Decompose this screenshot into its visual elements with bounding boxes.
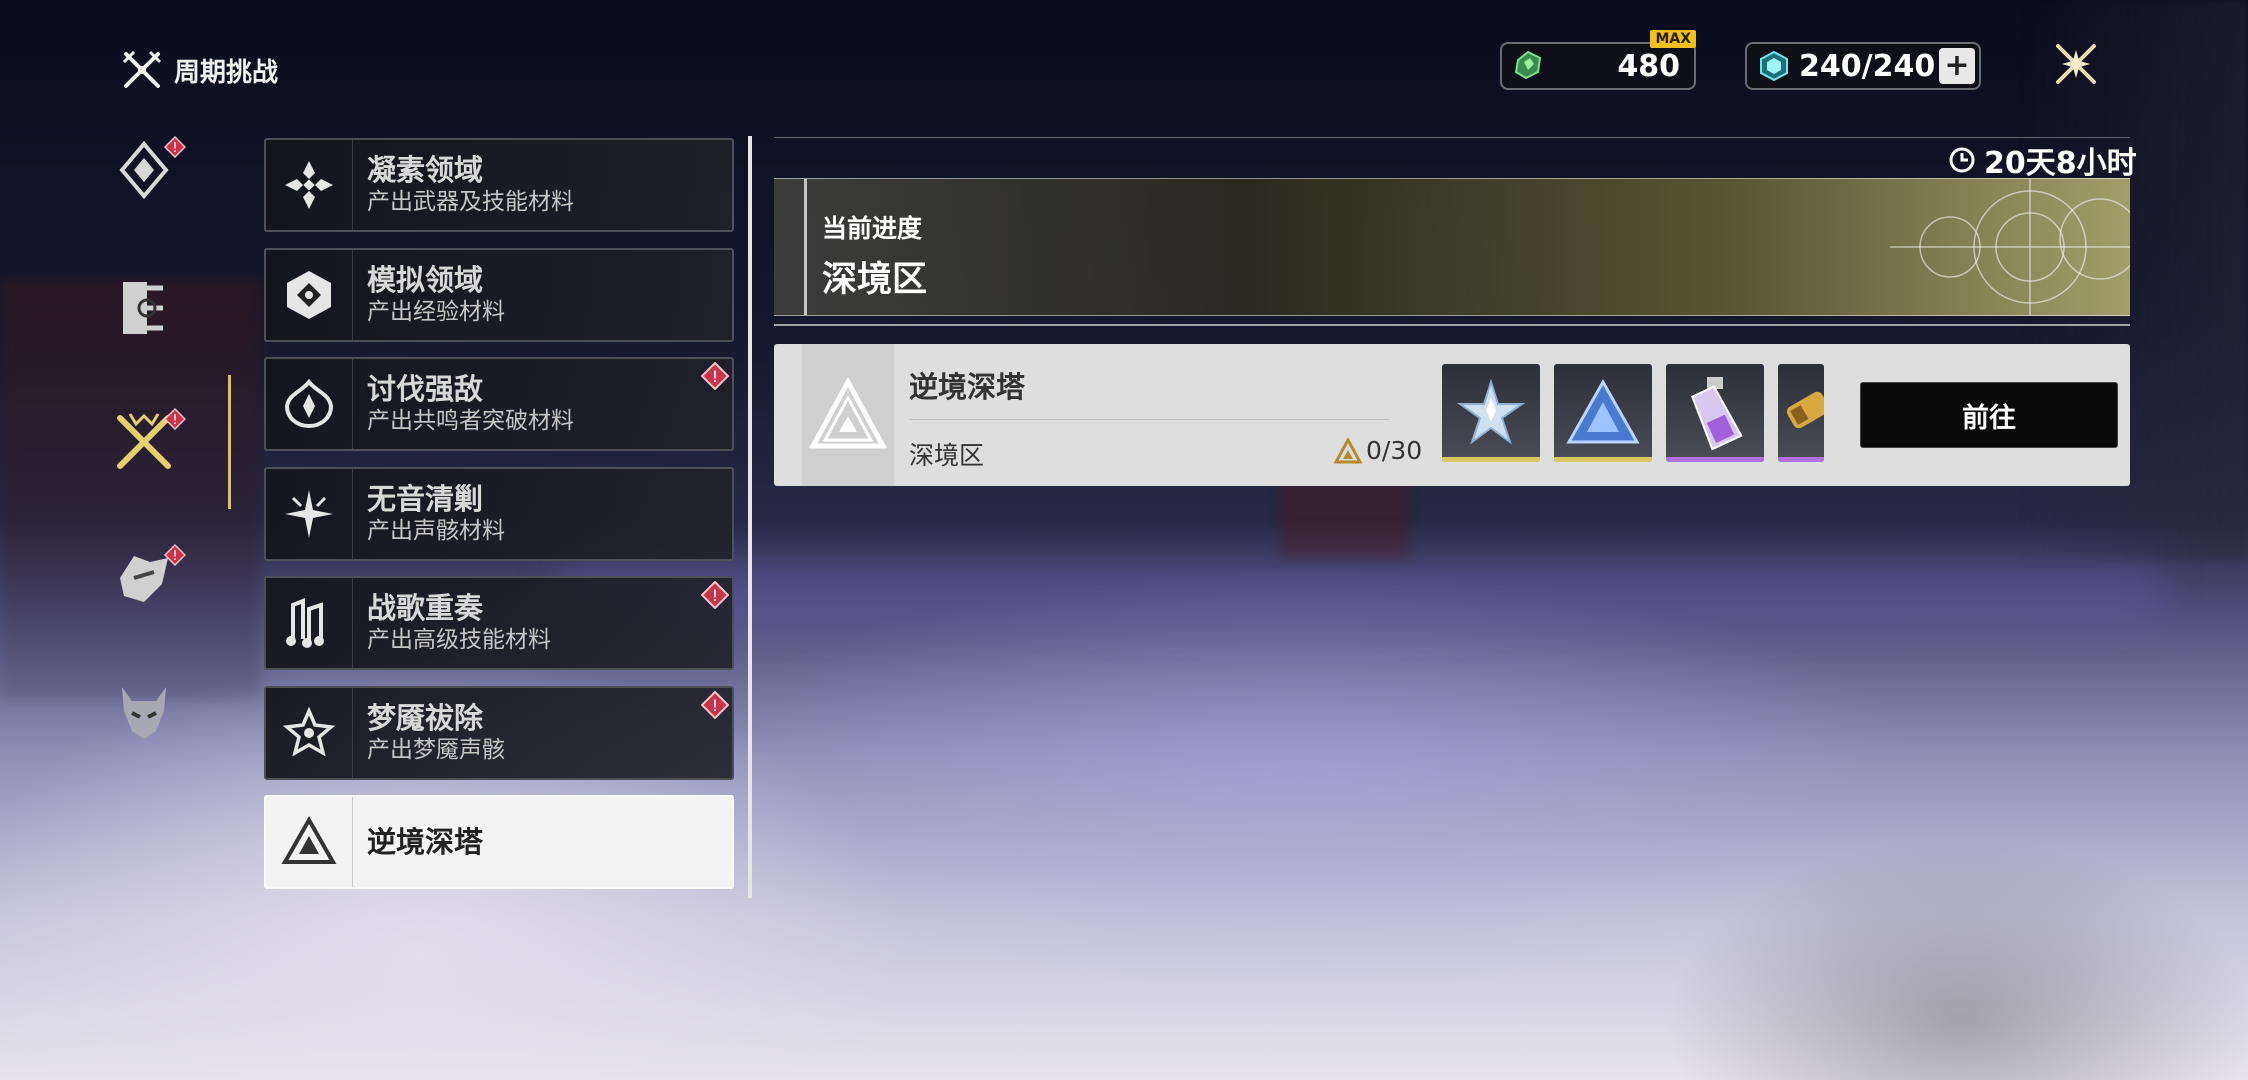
alert-badge-icon: !	[164, 408, 186, 430]
sparkle-icon	[285, 489, 333, 538]
rail-item-challenges[interactable]: !	[112, 408, 186, 474]
progress-banner: 当前进度 深境区	[774, 178, 2130, 316]
svg-text:!: !	[712, 367, 718, 386]
progress-label: 当前进度	[822, 214, 923, 243]
reward-item[interactable]	[1442, 364, 1540, 462]
challenge-list: 凝素领域 产出武器及技能材料 模拟领域 产出经验材料 讨伐强敌 产出共鸣者突破材料 !…	[264, 138, 734, 905]
reward-item[interactable]	[1778, 364, 1824, 462]
challenge-title: 讨伐强敌	[367, 372, 484, 406]
close-icon	[2056, 44, 2096, 84]
alert-badge-icon: !	[701, 581, 729, 609]
triangle-tower-icon	[809, 376, 887, 449]
progress-value: 深境区	[822, 260, 928, 300]
background-glow	[560, 560, 2160, 620]
challenge-subtitle: 产出高级技能材料	[367, 627, 551, 653]
banner-ornament-icon	[1890, 179, 2130, 315]
rarity-bar	[1554, 457, 1652, 462]
potion-vial-icon	[1691, 377, 1743, 451]
scroll-item-icon	[1786, 391, 1824, 429]
blue-triangle-crystal-icon	[1566, 378, 1640, 444]
reward-item[interactable]	[1554, 364, 1652, 462]
hexagon-eye-icon	[287, 270, 331, 319]
rarity-bar	[1778, 457, 1824, 462]
alert-badge-icon: !	[164, 544, 186, 566]
crossed-swords-icon	[122, 50, 162, 88]
panel-divider	[748, 136, 752, 898]
svg-text:!: !	[712, 586, 718, 605]
clock-icon	[1949, 147, 1975, 173]
challenge-card-nightmare[interactable]: 梦魇祓除 产出梦魇声骸 !	[264, 685, 734, 780]
challenge-title: 战歌重奏	[367, 591, 484, 625]
green-crystal-icon	[1514, 50, 1542, 80]
divider	[774, 137, 2130, 138]
nightmare-crest-icon	[282, 706, 336, 757]
challenge-card-tower[interactable]: 逆境深塔	[264, 795, 734, 889]
challenge-card-forgery[interactable]: 凝素领域 产出武器及技能材料	[264, 138, 734, 232]
challenge-subtitle: 产出声骸材料	[367, 517, 505, 544]
reset-timer: 20天8小时	[1948, 138, 2137, 182]
svg-text:!: !	[172, 413, 177, 428]
svg-text:!: !	[172, 141, 177, 156]
challenge-title: 无音清剿	[367, 481, 484, 516]
svg-text:!: !	[712, 696, 718, 715]
stamina-value: 240/240	[1799, 48, 1936, 84]
challenge-card-boss[interactable]: 讨伐强敌 产出共鸣者突破材料 !	[264, 357, 734, 451]
scroll-icon	[123, 282, 163, 334]
rail-item-demon[interactable]	[112, 680, 176, 744]
challenge-title: 凝素领域	[367, 153, 484, 187]
demon-icon	[122, 687, 166, 739]
svg-text:!: !	[172, 549, 177, 564]
rarity-bar	[1666, 457, 1764, 462]
rail-item-explore[interactable]: !	[112, 136, 186, 202]
rail-item-mask[interactable]: !	[112, 544, 186, 610]
plus-icon: +	[1944, 48, 1970, 83]
crystal-cross-icon	[285, 161, 333, 209]
tower-icon-frame	[802, 344, 894, 486]
tower-name: 逆境深塔	[909, 370, 1026, 404]
challenge-title: 逆境深塔	[367, 825, 484, 859]
energy-currency[interactable]: 480 MAX	[1500, 30, 1696, 90]
background-ruin	[0, 280, 260, 700]
challenge-subtitle: 产出经验材料	[367, 298, 505, 325]
tower-progress-icon	[1334, 437, 1362, 463]
tower-area: 深境区	[909, 441, 985, 470]
page-title: 周期挑战	[174, 57, 279, 88]
challenge-card-reprise[interactable]: 战歌重奏 产出高级技能材料 !	[264, 576, 734, 670]
timer-text: 20天8小时	[1984, 146, 2137, 181]
challenge-card-simulation[interactable]: 模拟领域 产出经验材料	[264, 247, 734, 342]
rail-active-indicator	[228, 375, 231, 509]
challenge-title: 梦魇祓除	[367, 700, 484, 735]
alert-badge-icon: !	[164, 136, 186, 158]
triangle-tower-icon	[281, 815, 337, 864]
tower-progress: 0/30	[1334, 436, 1422, 465]
music-staff-icon	[286, 598, 324, 648]
divider	[774, 324, 2130, 326]
rail-item-quests[interactable]	[112, 276, 176, 340]
tower-progress-value: 0/30	[1366, 436, 1423, 465]
teal-crystal-icon	[1760, 50, 1788, 82]
challenge-subtitle: 产出武器及技能材料	[367, 189, 574, 215]
close-button[interactable]	[2048, 36, 2104, 92]
go-button[interactable]: 前往	[1860, 382, 2118, 448]
max-badge: MAX	[1650, 30, 1696, 48]
stamina-currency[interactable]: 240/240 +	[1745, 42, 1981, 90]
star-crystal-icon	[1456, 378, 1526, 445]
page-header: 周期挑战	[120, 48, 278, 92]
divider	[909, 419, 1389, 420]
alert-badge-icon: !	[701, 690, 729, 719]
challenge-title: 模拟领域	[367, 262, 484, 297]
challenge-subtitle: 产出梦魇声骸	[367, 736, 505, 763]
add-stamina-button[interactable]: +	[1939, 48, 1975, 84]
flame-crest-icon	[284, 378, 334, 429]
reward-item[interactable]	[1666, 364, 1764, 462]
tower-entry-card: 逆境深塔 深境区 0/30 前往	[774, 344, 2130, 486]
background-ruin	[1280, 480, 1410, 560]
rarity-bar	[1442, 457, 1540, 462]
alert-badge-icon: !	[701, 362, 729, 390]
challenge-subtitle: 产出共鸣者突破材料	[367, 408, 574, 434]
challenge-card-tacet[interactable]: 无音清剿 产出声骸材料	[264, 466, 734, 561]
energy-value: 480	[1617, 48, 1680, 84]
